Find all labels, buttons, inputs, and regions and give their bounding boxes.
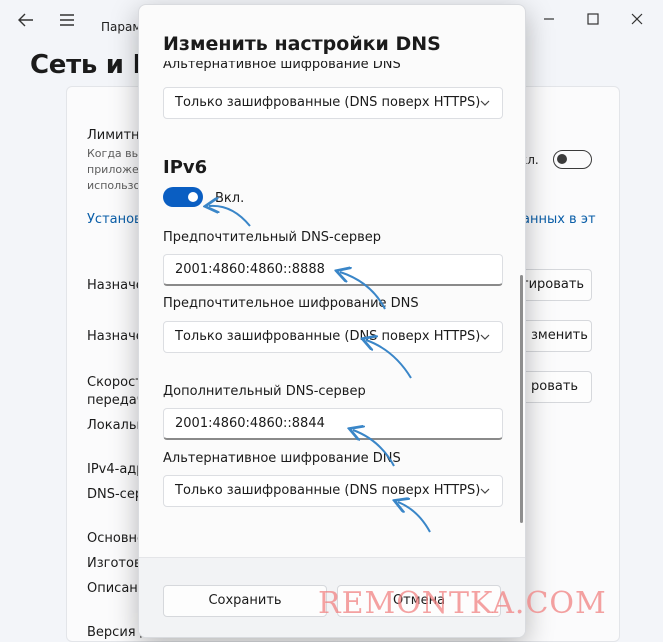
select-value: Только зашифрованные (DNS поверх HTTPS) [175, 95, 481, 110]
copy-button[interactable]: ровать [520, 371, 592, 403]
ipv6-toggle[interactable] [163, 187, 203, 207]
chevron-down-icon [480, 334, 490, 340]
ipv4-alt-encryption-select[interactable]: Только зашифрованные (DNS поверх HTTPS) [163, 87, 503, 119]
data-usage-link[interactable]: анных в эт [522, 212, 596, 227]
ip-assignment-label: Назначе [87, 278, 144, 293]
maximize-icon[interactable] [584, 10, 602, 28]
ipv4-alt-encryption-label: Альтернативное шифрование DNS [163, 61, 401, 72]
metered-desc-line: приложе [87, 163, 139, 176]
property-label: Описан [87, 581, 138, 596]
property-label: Основно [87, 531, 145, 546]
chevron-down-icon [480, 488, 490, 494]
property-label: IPv4-адр [87, 462, 145, 477]
preferred-dns-input[interactable]: 2001:4860:4860::8888 [163, 254, 503, 286]
ipv6-section-title: IPv6 [163, 157, 208, 178]
alternate-dns-input[interactable]: 2001:4860:4860::8844 [163, 408, 503, 440]
preferred-encryption-label: Предпочтительное шифрование DNS [163, 296, 419, 311]
alternate-encryption-select[interactable]: Только зашифрованные (DNS поверх HTTPS) [163, 475, 503, 507]
metered-toggle[interactable] [553, 150, 592, 169]
ipv6-toggle-label: Вкл. [215, 191, 245, 206]
alternate-encryption-label: Альтернативное шифрование DNS [163, 451, 401, 466]
dialog-title: Изменить настройки DNS [163, 33, 441, 55]
select-value: Только зашифрованные (DNS поверх HTTPS) [175, 483, 481, 498]
data-limit-link[interactable]: Установ [87, 212, 142, 227]
window-title: Парам [101, 20, 142, 34]
back-arrow-icon[interactable] [17, 12, 35, 28]
edit-dns-button[interactable]: зменить [520, 320, 592, 352]
watermark-text: REMONTKA.COM [318, 586, 607, 621]
dialog-scrollbar[interactable] [520, 275, 523, 523]
property-label: DNS-сер [87, 487, 144, 502]
preferred-encryption-select[interactable]: Только зашифрованные (DNS поверх HTTPS) [163, 321, 503, 353]
toggle-knob [188, 192, 198, 202]
edit-dns-dialog: Изменить настройки DNS Альтернативное ши… [138, 4, 526, 638]
save-button[interactable]: Сохранить [163, 585, 327, 617]
alternate-dns-label: Дополнительный DNS-сервер [163, 384, 366, 399]
metered-desc-line: Когда вы [87, 147, 141, 160]
page-title: Сеть и И [30, 50, 154, 80]
dns-assignment-label: Назначе [87, 329, 144, 344]
metered-desc-line: использо [87, 179, 141, 192]
property-label: передач [87, 393, 145, 408]
property-label: Изготов [87, 556, 142, 571]
link-speed-label: Скорост [87, 375, 143, 390]
hamburger-menu-icon[interactable] [58, 12, 76, 28]
chevron-down-icon [480, 100, 490, 106]
close-icon[interactable] [628, 10, 646, 28]
select-value: Только зашифрованные (DNS поверх HTTPS) [175, 329, 481, 344]
minimize-icon[interactable] [540, 10, 558, 28]
preferred-dns-label: Предпочтительный DNS-сервер [163, 230, 382, 245]
property-label: Локальн [87, 418, 146, 433]
